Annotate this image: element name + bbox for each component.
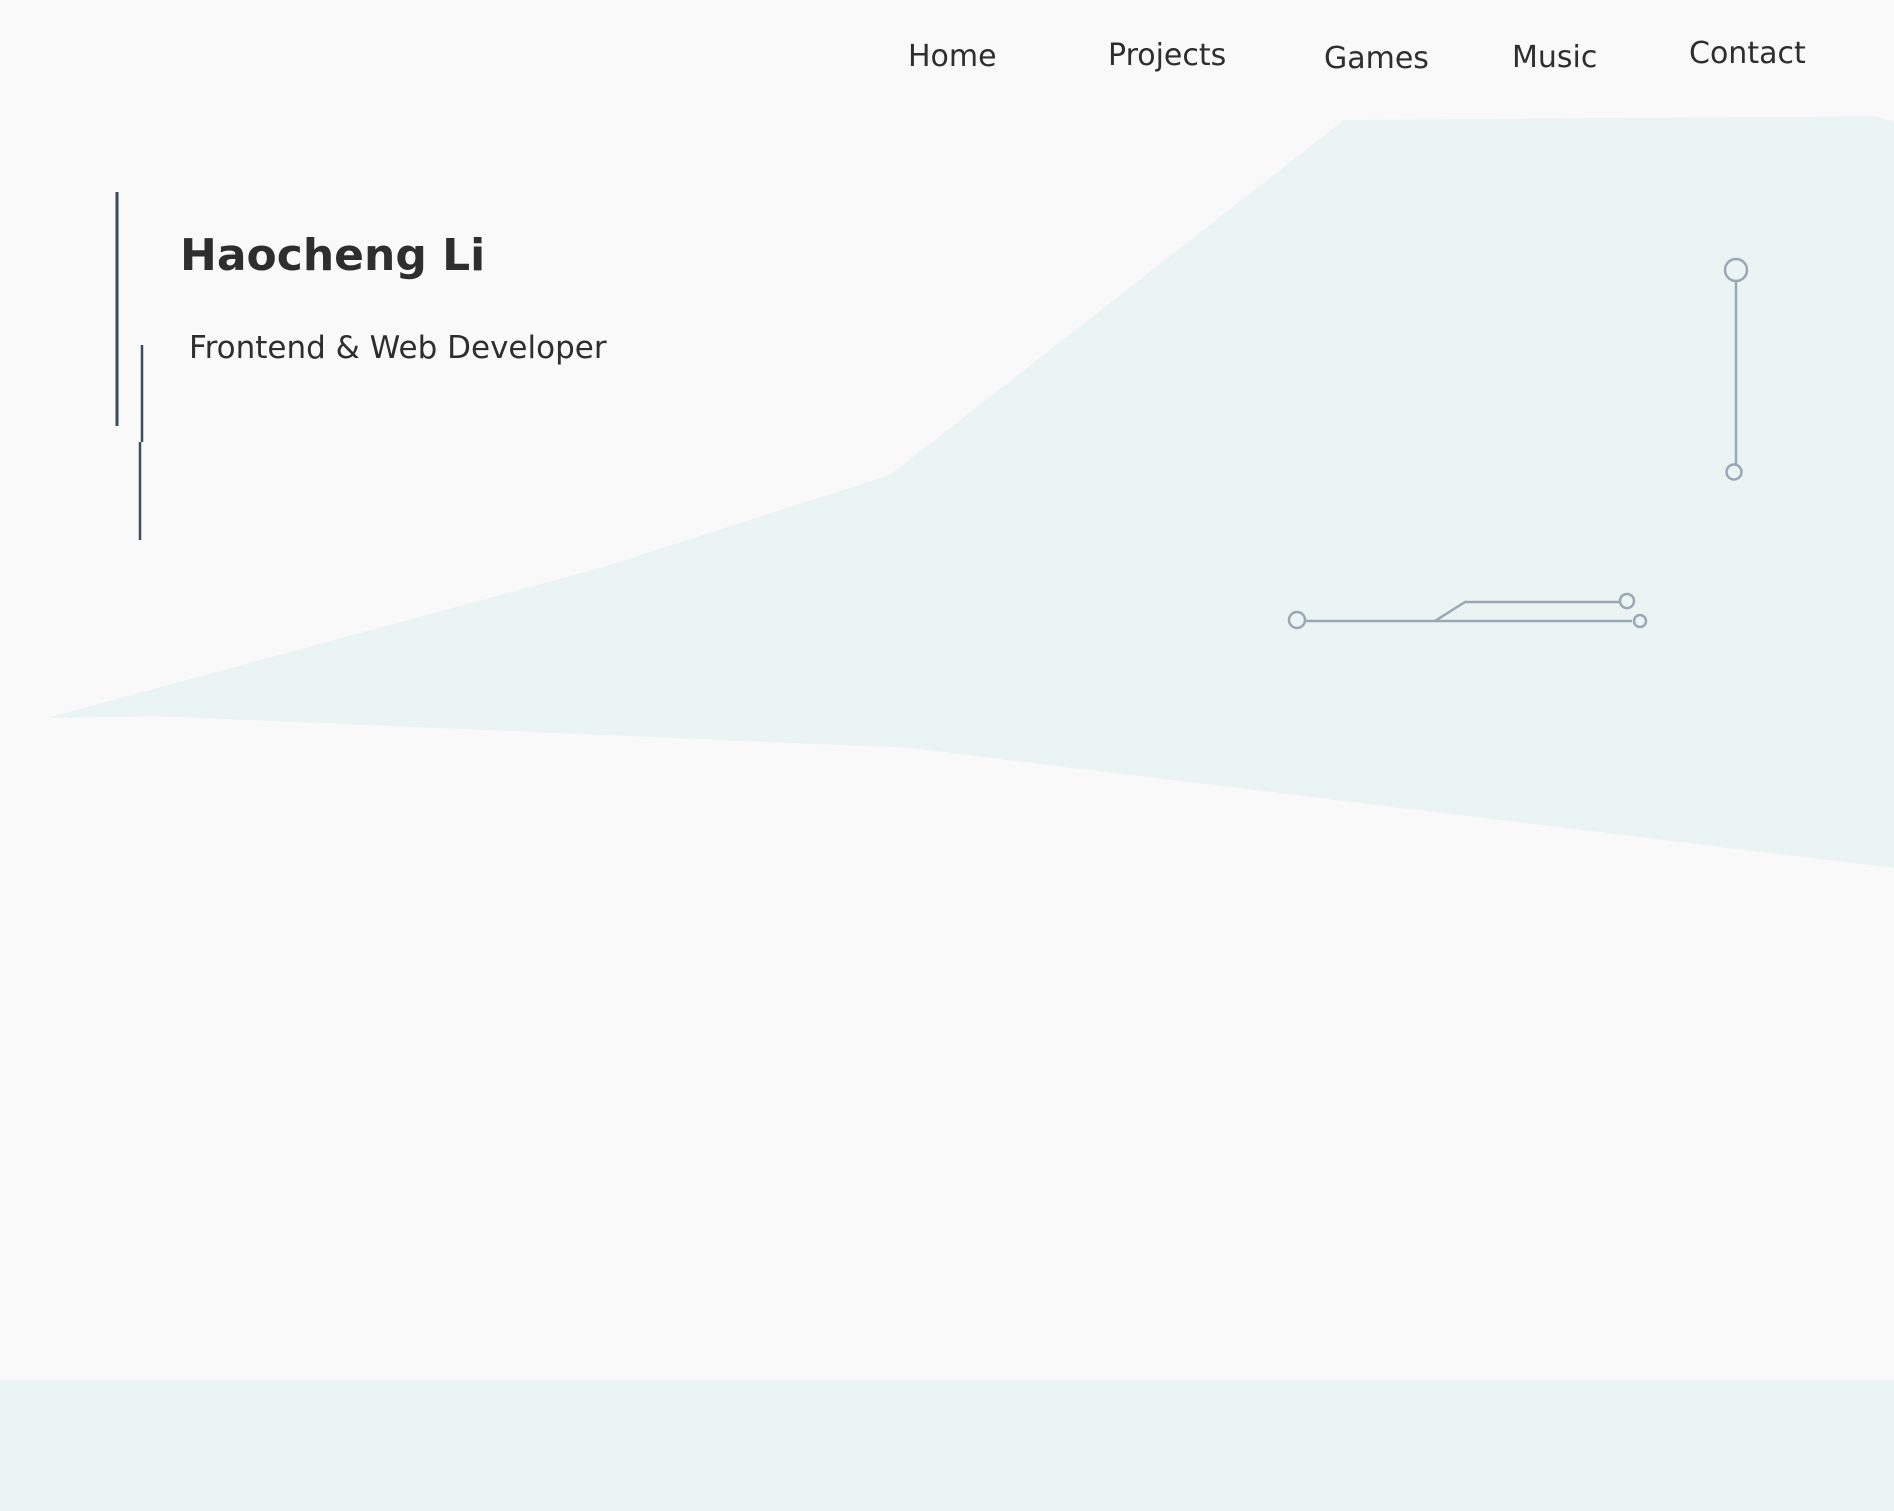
nav-link-home[interactable]: Home	[908, 42, 997, 72]
nav-link-projects[interactable]: Projects	[1108, 41, 1226, 71]
top-navigation: Home Projects Games Music Contact	[0, 0, 1894, 110]
nav-link-games[interactable]: Games	[1324, 44, 1429, 74]
hero-name: Haocheng Li	[180, 230, 486, 281]
nav-link-contact[interactable]: Contact	[1689, 39, 1806, 69]
background-decoration	[47, 116, 1894, 868]
hero-subtitle: Frontend & Web Developer	[189, 330, 607, 366]
accent-polygon-shape	[47, 116, 1894, 868]
nav-link-music[interactable]: Music	[1512, 43, 1597, 73]
footer-band	[0, 1380, 1894, 1511]
